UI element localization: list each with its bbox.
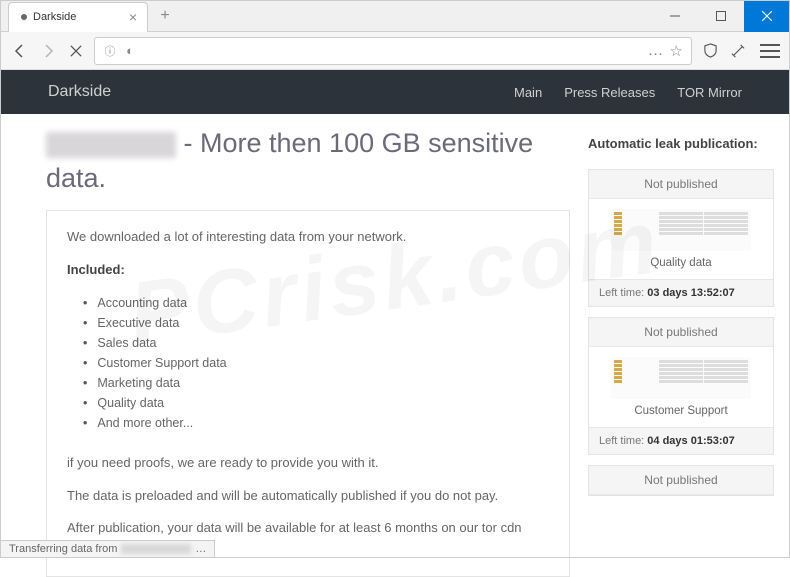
- bookmark-star-icon[interactable]: ☆: [670, 42, 683, 60]
- card-label: Quality data: [650, 257, 711, 269]
- list-item: Executive data: [83, 313, 549, 333]
- list-item: Customer Support data: [83, 353, 549, 373]
- tab-title: Darkside: [33, 11, 129, 23]
- site-nav: Main Press Releases TOR Mirror: [514, 85, 742, 100]
- address-bar[interactable]: ⓘ ◐ … ☆: [94, 37, 692, 65]
- new-tab-button[interactable]: +: [154, 5, 176, 27]
- window-titlebar: Darkside × +: [0, 0, 790, 32]
- intro-text: We downloaded a lot of interesting data …: [67, 227, 549, 248]
- data-thumbnail-icon: [611, 357, 751, 399]
- redacted-company: [46, 132, 176, 158]
- nav-tor[interactable]: TOR Mirror: [677, 85, 742, 100]
- site-header: Darkside Main Press Releases TOR Mirror: [0, 70, 790, 114]
- card-label: Customer Support: [634, 405, 727, 417]
- status-bar: Transferring data from …: [0, 540, 215, 558]
- list-item: Quality data: [83, 393, 549, 413]
- back-button[interactable]: [10, 41, 30, 61]
- list-item: Accounting data: [83, 293, 549, 313]
- card-status: Not published: [589, 466, 773, 495]
- card-status: Not published: [589, 318, 773, 347]
- content-area: - More then 100 GB sensitive data. We do…: [0, 114, 790, 558]
- status-suffix: …: [195, 543, 206, 555]
- sidebar-title: Automatic leak publication:: [588, 126, 774, 151]
- shield-icon[interactable]: [700, 41, 720, 61]
- list-item: Sales data: [83, 333, 549, 353]
- connection-icon: ◐: [123, 44, 137, 58]
- card-timer: Left time: 03 days 13:52:07: [589, 279, 773, 306]
- forward-button[interactable]: [38, 41, 58, 61]
- content-card: We downloaded a lot of interesting data …: [46, 210, 570, 577]
- hamburger-menu-icon[interactable]: [760, 44, 780, 58]
- list-item: And more other...: [83, 413, 549, 433]
- main-column: - More then 100 GB sensitive data. We do…: [46, 126, 570, 558]
- card-timer: Left time: 04 days 01:53:07: [589, 427, 773, 454]
- data-thumbnail-icon: [611, 209, 751, 251]
- preload-text: The data is preloaded and will be automa…: [67, 486, 549, 507]
- nav-main[interactable]: Main: [514, 85, 542, 100]
- loading-indicator-icon: [21, 14, 27, 20]
- site-title[interactable]: Darkside: [48, 83, 111, 101]
- extension-icon[interactable]: [728, 41, 748, 61]
- minimize-button[interactable]: [652, 0, 698, 32]
- sidebar: Automatic leak publication: Not publishe…: [588, 126, 774, 558]
- page-actions-icon[interactable]: …: [648, 42, 664, 60]
- status-prefix: Transferring data from: [9, 543, 117, 555]
- included-label: Included:: [67, 262, 125, 277]
- nav-press[interactable]: Press Releases: [564, 85, 655, 100]
- leak-card: Not published Quality data Left time: 03…: [588, 169, 774, 307]
- maximize-button[interactable]: [698, 0, 744, 32]
- leak-card: Not published: [588, 465, 774, 496]
- leak-card: Not published Customer Support Left time…: [588, 317, 774, 455]
- page-title: - More then 100 GB sensitive data.: [46, 126, 570, 196]
- card-status: Not published: [589, 170, 773, 199]
- proof-text: if you need proofs, we are ready to prov…: [67, 453, 549, 474]
- info-icon[interactable]: ⓘ: [103, 44, 117, 58]
- redacted-host: [121, 544, 191, 554]
- browser-toolbar: ⓘ ◐ … ☆: [0, 32, 790, 70]
- close-tab-icon[interactable]: ×: [129, 9, 137, 25]
- list-item: Marketing data: [83, 373, 549, 393]
- close-window-button[interactable]: [744, 0, 790, 32]
- browser-tab[interactable]: Darkside ×: [8, 2, 148, 32]
- data-list: Accounting data Executive data Sales dat…: [83, 293, 549, 433]
- stop-button[interactable]: [66, 41, 86, 61]
